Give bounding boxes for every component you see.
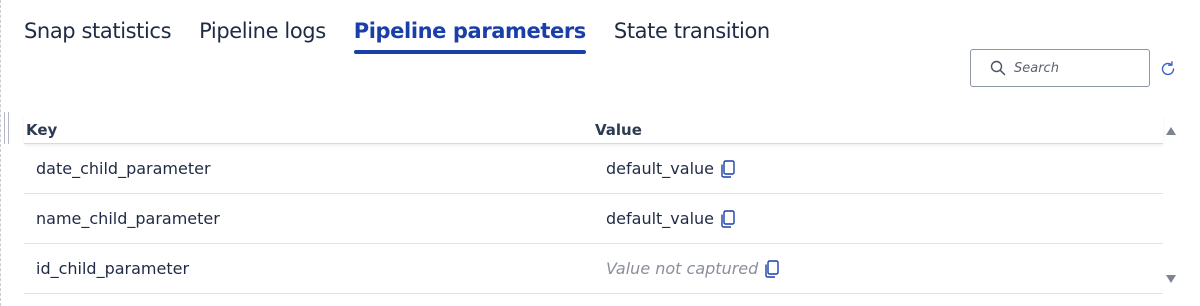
scroll-up-arrow-icon[interactable] <box>1165 126 1177 136</box>
parameter-key: date_child_parameter <box>36 159 211 178</box>
parameter-value-cell: default_value <box>606 159 736 178</box>
table-header: Key Value <box>24 114 1163 144</box>
copy-icon[interactable] <box>764 259 780 278</box>
parameter-value-missing: Value not captured <box>606 259 759 278</box>
column-header-key[interactable]: Key <box>26 121 57 139</box>
copy-icon[interactable] <box>720 159 736 178</box>
left-rail <box>0 0 2 306</box>
refresh-icon[interactable] <box>1159 60 1177 78</box>
table-row: date_child_parameter default_value <box>24 144 1163 194</box>
table-row: name_child_parameter default_value <box>24 194 1163 244</box>
table-row: id_child_parameter Value not captured <box>24 244 1163 294</box>
search-icon <box>990 60 1006 76</box>
parameter-value: default_value <box>606 209 714 228</box>
parameter-key: id_child_parameter <box>36 259 190 278</box>
panel-resize-handle[interactable] <box>4 112 10 144</box>
tab-snap-statistics[interactable]: Snap statistics <box>24 14 172 54</box>
parameters-table: Key Value date_child_parameter default_v… <box>24 114 1163 294</box>
parameter-value-cell: default_value <box>606 209 736 228</box>
tab-pipeline-logs[interactable]: Pipeline logs <box>199 14 326 54</box>
parameter-value-cell: Value not captured <box>606 259 780 278</box>
search-input[interactable] <box>1014 58 1139 78</box>
parameter-value: default_value <box>606 159 714 178</box>
tab-state-transition[interactable]: State transition <box>614 14 770 54</box>
parameter-key: name_child_parameter <box>36 209 220 228</box>
column-header-value[interactable]: Value <box>595 121 642 139</box>
search-box[interactable] <box>970 49 1150 87</box>
tab-pipeline-parameters[interactable]: Pipeline parameters <box>353 14 586 54</box>
copy-icon[interactable] <box>720 209 736 228</box>
tab-bar: Snap statistics Pipeline logs Pipeline p… <box>24 14 798 54</box>
scroll-down-arrow-icon[interactable] <box>1165 274 1177 284</box>
